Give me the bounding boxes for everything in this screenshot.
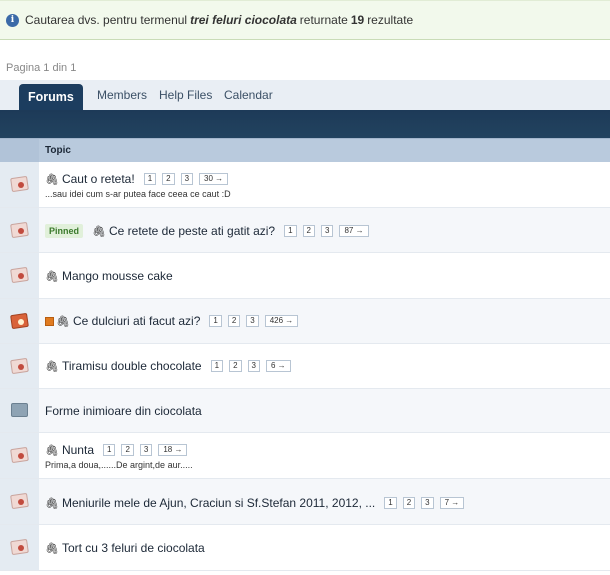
table-row: 🖇 Meniurile mele de Ajun, Craciun si Sf.… (0, 479, 610, 525)
paperclip-icon: 🖇 (56, 314, 70, 328)
page-link[interactable]: 3 (321, 225, 334, 237)
tab-help-files[interactable]: Help Files (159, 80, 212, 110)
page-link[interactable]: 2 (227, 315, 241, 327)
tab-calendar[interactable]: Calendar (224, 80, 273, 110)
topic-read-icon[interactable] (9, 357, 31, 374)
topic-pagination: 1 2 3 18 → (103, 444, 193, 456)
page-link[interactable]: 1 (384, 497, 397, 509)
topic-description: Prima,a doua,......De argint,de aur..... (45, 460, 193, 470)
page-link[interactable]: 2 (302, 225, 315, 237)
last-page-link[interactable]: 6 → (265, 360, 291, 372)
topic-link[interactable]: Ce retete de peste ati gatit azi? (109, 224, 275, 238)
topic-pagination: 1 2 3 6 → (210, 360, 297, 372)
paperclip-icon: 🖇 (45, 172, 59, 186)
table-row: 🖇 Ce dulciuri ati facut azi? 1 2 3 426 → (0, 299, 610, 344)
topic-read-icon[interactable] (9, 492, 31, 510)
rss-icon[interactable] (45, 316, 54, 326)
page-link[interactable]: 2 (229, 360, 242, 372)
topic-link[interactable]: Mango mousse cake (62, 269, 173, 283)
search-term: trei feluri ciocolata (190, 13, 297, 27)
hot-topic-icon[interactable] (9, 312, 31, 329)
table-row: Forme inimioare din ciocolata (0, 389, 610, 433)
pagination-info: Pagina 1 din 1 (6, 62, 77, 74)
page-link[interactable]: 1 (143, 173, 157, 185)
topic-link[interactable]: Forme inimioare din ciocolata (45, 404, 202, 418)
topic-link[interactable]: Ce dulciuri ati facut azi? (73, 314, 200, 328)
topic-link[interactable]: Caut o reteta! (62, 172, 135, 186)
page-link[interactable]: 1 (210, 360, 224, 372)
page-link[interactable]: 2 (121, 444, 134, 456)
paperclip-icon: 🖇 (45, 443, 59, 457)
topic-moved-icon[interactable] (9, 403, 31, 418)
page-link[interactable]: 3 (246, 315, 259, 327)
secondary-nav-bar (0, 110, 610, 138)
notice-middle: returnate (299, 13, 348, 27)
table-row: 🖇 Tiramisu double chocolate 1 2 3 6 → (0, 344, 610, 389)
page-link[interactable]: 3 (247, 360, 260, 372)
topic-pagination: 1 2 3 7 → (384, 497, 470, 509)
last-page-link[interactable]: 7 → (439, 497, 465, 509)
topic-read-icon[interactable] (9, 175, 31, 193)
topic-link[interactable]: Nunta (62, 443, 94, 457)
page-link[interactable]: 1 (284, 225, 297, 237)
pinned-badge: Pinned (45, 224, 84, 238)
last-page-link[interactable]: 18 → (158, 444, 188, 456)
page-link[interactable]: 2 (402, 497, 416, 509)
topic-read-icon[interactable] (9, 266, 31, 284)
paperclip-icon: 🖇 (45, 541, 59, 555)
tab-members[interactable]: Members (97, 80, 147, 110)
notice-prefix: Cautarea dvs. pentru termenul (25, 13, 188, 27)
topic-read-icon[interactable] (9, 446, 31, 464)
search-results-notice: i Cautarea dvs. pentru termenul trei fel… (0, 0, 610, 40)
page-link[interactable]: 3 (180, 173, 194, 185)
page-link[interactable]: 1 (209, 315, 222, 327)
topic-link[interactable]: Meniurile mele de Ajun, Craciun si Sf.St… (62, 496, 375, 510)
paperclip-icon: 🖇 (45, 269, 59, 283)
paperclip-icon: 🖇 (92, 224, 106, 238)
page-link[interactable]: 2 (162, 173, 175, 185)
topic-read-icon[interactable] (9, 221, 31, 238)
paperclip-icon: 🖇 (45, 496, 59, 510)
info-icon: i (6, 13, 19, 27)
page-link[interactable]: 3 (421, 497, 434, 509)
paperclip-icon: 🖇 (45, 359, 59, 373)
topic-link[interactable]: Tort cu 3 feluri de ciocolata (62, 541, 205, 555)
table-row: 🖇 Nunta 1 2 3 18 → Prima,a doua,......De… (0, 433, 610, 479)
notice-suffix: rezultate (367, 13, 414, 27)
topic-description: ...sau idei cum s-ar putea face ceea ce … (45, 189, 231, 199)
topic-pagination: 1 2 3 30 → (143, 173, 234, 185)
table-row: Pinned 🖇 Ce retete de peste ati gatit az… (0, 208, 610, 253)
primary-nav: Forums Members Help Files Calendar (0, 80, 610, 110)
topic-read-icon[interactable] (9, 538, 31, 556)
last-page-link[interactable]: 426 → (264, 315, 299, 327)
page-link[interactable]: 1 (103, 444, 116, 456)
last-page-link[interactable]: 30 → (199, 173, 229, 185)
table-row: 🖇 Caut o reteta! 1 2 3 30 → ...sau idei … (0, 162, 610, 208)
table-row: 🖇 Mango mousse cake (0, 253, 610, 299)
tab-forums[interactable]: Forums (19, 84, 83, 110)
topic-link[interactable]: Tiramisu double chocolate (62, 359, 202, 373)
last-page-link[interactable]: 87 → (339, 225, 369, 237)
topic-pagination: 1 2 3 426 → (209, 315, 304, 327)
page-link[interactable]: 3 (139, 444, 153, 456)
result-count: 19 (350, 13, 365, 27)
topic-table-header: Topic (0, 138, 610, 163)
table-row: 🖇 Tort cu 3 feluri de ciocolata (0, 525, 610, 571)
topic-pagination: 1 2 3 87 → (284, 225, 374, 237)
topic-column-header: Topic (45, 145, 71, 156)
